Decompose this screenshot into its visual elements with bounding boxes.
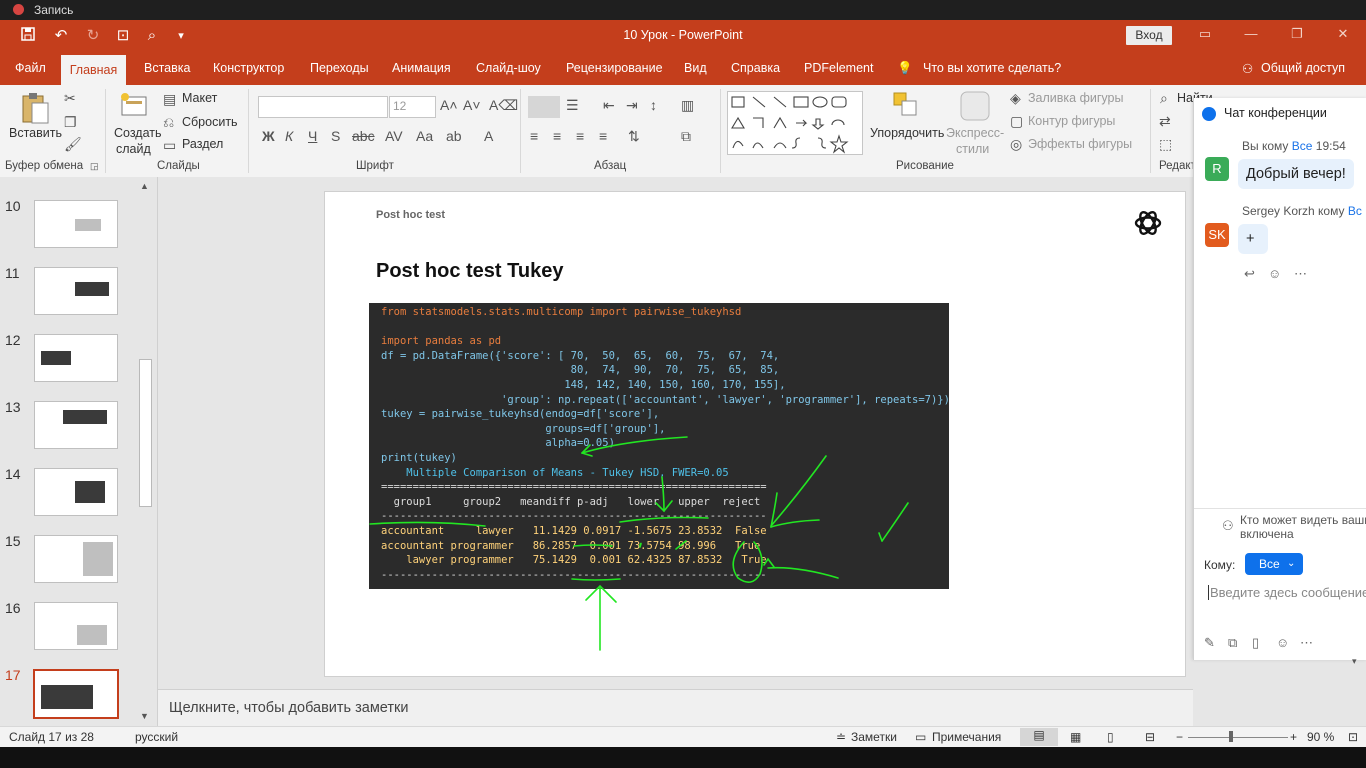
who-can-see-text[interactable]: Кто может видеть ваши: [1240, 513, 1366, 527]
chat-message-input[interactable]: Введите здесь сообщение: [1210, 585, 1366, 600]
emoji-reaction-icon[interactable]: ☺: [1268, 266, 1281, 281]
chat-scroll-down-icon[interactable]: ▾: [1352, 656, 1357, 667]
comments-icon[interactable]: ▭: [915, 730, 926, 744]
normal-view-icon[interactable]: ▤: [1020, 728, 1058, 746]
zoom-out-icon[interactable]: −: [1176, 730, 1183, 744]
chevron-down-icon: ⌄: [1287, 558, 1296, 569]
text-cursor: [1208, 585, 1209, 600]
message1-time: 19:54: [1312, 139, 1346, 153]
zoom-slider-thumb[interactable]: [1229, 731, 1233, 742]
avatar: R: [1205, 157, 1229, 181]
reading-view-icon[interactable]: ▯: [1107, 730, 1114, 744]
message2-recipient[interactable]: Вс: [1348, 204, 1362, 218]
file-icon[interactable]: ▯: [1252, 635, 1259, 651]
notes-toggle-icon[interactable]: ≐: [836, 730, 846, 744]
slide-counter: Слайд 17 из 28: [9, 730, 94, 744]
language-indicator[interactable]: русский: [135, 730, 178, 744]
user-visibility-icon: ⚇: [1222, 518, 1234, 533]
more-options-icon[interactable]: ⋯: [1300, 635, 1313, 651]
fit-slide-icon[interactable]: ⊡: [1348, 730, 1358, 744]
meeting-chat-panel: Чат конференции Вы кому Все 19:54 R Добр…: [1193, 98, 1366, 660]
recipient-value: Все: [1259, 557, 1280, 571]
more-icon[interactable]: ⋯: [1294, 266, 1307, 282]
zoom-in-icon[interactable]: +: [1290, 730, 1297, 744]
slideshow-view-icon[interactable]: ⊟: [1145, 730, 1155, 744]
chat-title: Чат конференции: [1224, 106, 1327, 120]
pen-annotations: [369, 436, 909, 651]
message2-sender: Sergey Korzh кому: [1242, 204, 1348, 218]
status-bar: Слайд 17 из 28 русский ≐ Заметки ▭ Приме…: [0, 726, 1366, 748]
format-text-icon[interactable]: ✎: [1204, 635, 1215, 651]
divider: [1194, 508, 1366, 509]
zoom-icon: [1202, 107, 1216, 121]
screenshot-icon[interactable]: ⧉: [1228, 635, 1237, 651]
recipient-dropdown[interactable]: Все ⌄: [1245, 553, 1303, 575]
slide-sorter-icon[interactable]: ▦: [1070, 730, 1081, 744]
zoom-slider[interactable]: [1188, 737, 1288, 738]
emoji-icon[interactable]: ☺: [1276, 635, 1289, 650]
taskbar-strip: [0, 747, 1366, 768]
avatar: SK: [1205, 223, 1229, 247]
notes-pane[interactable]: Щелкните, чтобы добавить заметки: [158, 689, 1193, 727]
reply-icon[interactable]: ↩: [1244, 266, 1255, 282]
message1-sender: Вы кому: [1242, 139, 1292, 153]
who-can-see-text2: включена: [1240, 527, 1294, 541]
message1-recipient[interactable]: Все: [1292, 139, 1313, 153]
comments-toggle[interactable]: Примечания: [932, 730, 1001, 744]
notes-toggle[interactable]: Заметки: [851, 730, 897, 744]
message2-bubble[interactable]: +: [1238, 224, 1268, 254]
to-label: Кому:: [1204, 558, 1236, 572]
message2-meta: Sergey Korzh кому Вс: [1242, 204, 1362, 218]
notes-placeholder[interactable]: Щелкните, чтобы добавить заметки: [169, 700, 408, 716]
zoom-level[interactable]: 90 %: [1307, 730, 1334, 744]
message1-bubble[interactable]: Добрый вечер!: [1238, 159, 1354, 189]
message1-meta: Вы кому Все 19:54: [1242, 139, 1346, 153]
